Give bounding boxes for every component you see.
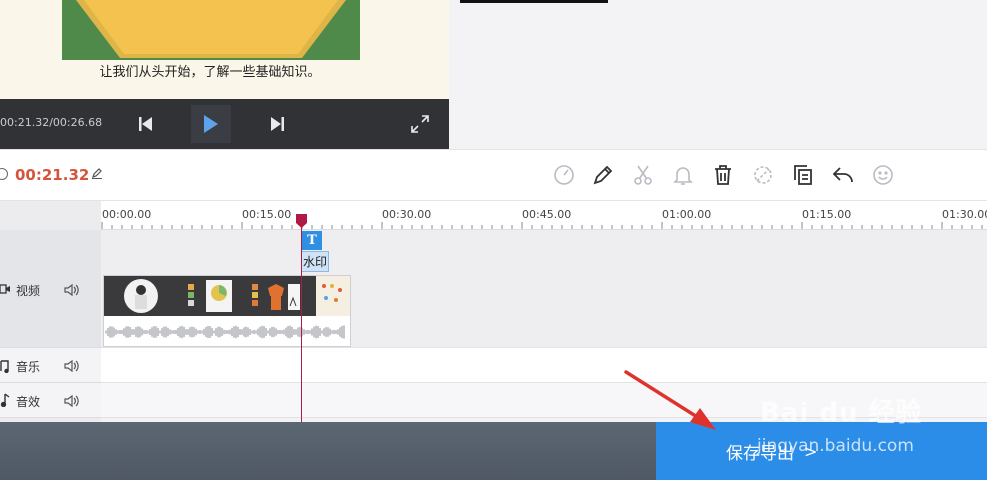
- volume-icon[interactable]: [64, 359, 80, 373]
- preview-frame: 让我们从头开始，了解一些基础知识。: [0, 0, 449, 99]
- sfx-track-label: 音效: [16, 395, 41, 409]
- clip-thumbnails: [104, 276, 350, 316]
- track-header-sfx[interactable]: 音效: [0, 383, 101, 418]
- track-header-music[interactable]: 音乐: [0, 348, 101, 383]
- playhead[interactable]: [301, 222, 302, 422]
- watermark-tag[interactable]: 水印: [301, 251, 329, 272]
- music-track[interactable]: [101, 348, 987, 383]
- timeline-ruler[interactable]: 00:00.00 00:15.00 00:30.00 00:45.00 01:0…: [101, 201, 987, 230]
- fullscreen-icon: [411, 115, 429, 133]
- baidu-watermark-logo: Bai du 经验: [760, 398, 923, 428]
- video-track-label: 视频: [16, 284, 41, 298]
- tick-label: 00:45.00: [522, 208, 572, 221]
- copy-icon: [794, 165, 812, 185]
- tick-label: 01:15.00: [802, 208, 852, 221]
- tick-label: 00:00.00: [102, 208, 152, 221]
- audio-waveform: [105, 325, 345, 339]
- smiley-icon: [873, 165, 893, 185]
- bell-icon: [673, 167, 693, 185]
- speed-icon: [554, 165, 574, 185]
- clip-thumbnail: [104, 276, 174, 316]
- play-icon: [204, 115, 218, 133]
- trash-icon: [715, 165, 731, 185]
- fullscreen-button[interactable]: [400, 105, 440, 143]
- tick-label: 01:00.00: [662, 208, 712, 221]
- music-track-label: 音乐: [16, 360, 41, 374]
- emoji-button[interactable]: [871, 163, 895, 187]
- tick-label: 00:15.00: [242, 208, 292, 221]
- tick-label: 00:30.00: [382, 208, 432, 221]
- pencil-icon: [593, 165, 613, 185]
- current-time: 00:21.32: [15, 166, 90, 184]
- video-preview: 让我们从头开始，了解一些基础知识。 00:21.32/00:26.68: [0, 0, 449, 149]
- playhead-handle[interactable]: [296, 214, 307, 228]
- tick-label: 01:30.00: [942, 208, 987, 221]
- play-button[interactable]: [191, 105, 231, 143]
- volume-icon[interactable]: [64, 283, 80, 297]
- secondary-preview-edge: [460, 0, 608, 3]
- unlink-icon: [754, 166, 772, 184]
- clip-thumbnail: [246, 276, 316, 316]
- detach-button[interactable]: [751, 163, 775, 187]
- next-frame-button[interactable]: [257, 105, 297, 143]
- video-clip[interactable]: [103, 275, 351, 347]
- track-header-video[interactable]: 视频: [0, 230, 101, 348]
- undo-icon: [832, 167, 853, 183]
- annotation-arrow: [624, 370, 716, 430]
- speed-button[interactable]: [552, 163, 576, 187]
- baidu-watermark-url: jingyan.baidu.com: [757, 436, 914, 456]
- marker-button[interactable]: [671, 163, 695, 187]
- music-note-icon: [0, 360, 9, 373]
- text-overlay-marker[interactable]: T: [302, 231, 322, 250]
- edit-button[interactable]: [591, 163, 615, 187]
- camera-icon: [0, 284, 10, 294]
- sound-effect-icon: [0, 393, 10, 407]
- scissors-icon: [634, 165, 652, 185]
- delete-button[interactable]: [711, 163, 735, 187]
- skip-forward-icon: [271, 117, 284, 131]
- edit-toolbar: 00:21.32: [0, 149, 987, 201]
- preview-artwork: [62, 0, 360, 60]
- split-button[interactable]: [631, 163, 655, 187]
- edit-time-icon[interactable]: [91, 167, 103, 179]
- preview-subtitle: 让我们从头开始，了解一些基础知识。: [99, 65, 321, 80]
- playback-time: 00:21.32/00:26.68: [0, 116, 103, 129]
- video-editor: 让我们从头开始，了解一些基础知识。 00:21.32/00:26.68 00:2…: [0, 0, 987, 480]
- player-controls: 00:21.32/00:26.68: [0, 99, 449, 149]
- copy-button[interactable]: [791, 163, 815, 187]
- track-headers: 视频 音乐 音效: [0, 201, 101, 423]
- zoom-icon[interactable]: [0, 168, 8, 180]
- previous-frame-button[interactable]: [126, 105, 166, 143]
- clip-thumbnail: [174, 276, 246, 316]
- volume-icon[interactable]: [64, 394, 80, 408]
- clip-thumbnail: [316, 276, 350, 316]
- undo-button[interactable]: [831, 163, 855, 187]
- skip-back-icon: [139, 117, 152, 131]
- ruler-ticks: [101, 222, 983, 229]
